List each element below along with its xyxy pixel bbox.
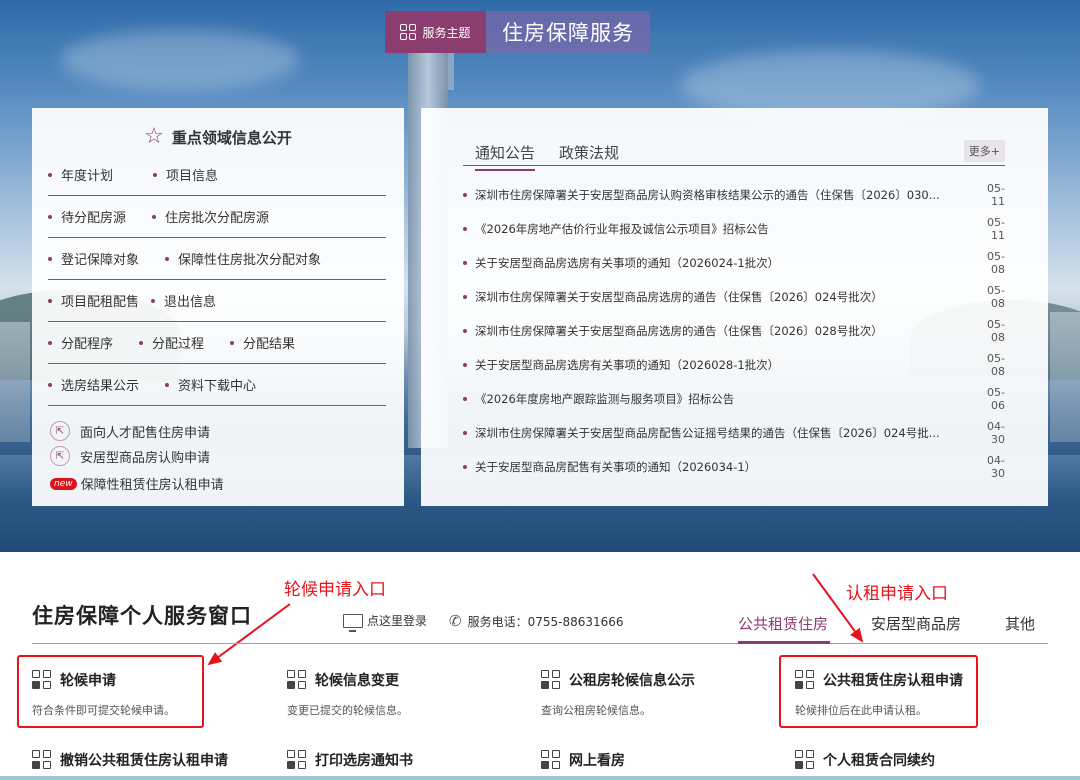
highlight-rental-application: [779, 655, 978, 728]
card-desc: 变更已提交的轮候信息。: [287, 704, 408, 717]
card-print-notice[interactable]: 打印选房通知书: [287, 750, 517, 770]
card-title: 轮候信息变更: [315, 673, 399, 689]
card-contract-renewal[interactable]: 个人租赁合同续约: [795, 750, 1025, 770]
card-title: 打印选房通知书: [315, 753, 413, 769]
card-waiting-info-change[interactable]: 轮候信息变更 变更已提交的轮候信息。: [287, 670, 517, 718]
monitor-icon: [343, 613, 363, 632]
card-title: 撤销公共租赁住房认租申请: [60, 753, 228, 769]
service-tabs-divider: [32, 643, 1048, 644]
tab-affordable-housing[interactable]: 安居型商品房: [871, 613, 961, 634]
service-window-title: 住房保障个人服务窗口: [32, 604, 252, 628]
card-title: 网上看房: [569, 753, 625, 769]
card-title: 个人租赁合同续约: [823, 753, 935, 769]
service-phone: ✆ 服务电话：0755-88631666: [449, 612, 624, 630]
card-cancel-rental-application[interactable]: 撤销公共租赁住房认租申请: [32, 750, 262, 770]
active-tab-indicator: [738, 641, 830, 644]
app-icon: [541, 750, 561, 770]
card-title: 公租房轮候信息公示: [569, 673, 695, 689]
card-online-viewing[interactable]: 网上看房: [541, 750, 771, 770]
app-icon: [287, 670, 307, 690]
app-icon: [795, 750, 815, 770]
highlight-waiting-application: [17, 655, 204, 728]
login-label: 点这里登录: [367, 614, 428, 628]
phone-icon: ✆: [449, 612, 462, 630]
card-waiting-info-public[interactable]: 公租房轮候信息公示 查询公租房轮候信息。: [541, 670, 771, 718]
app-icon: [287, 750, 307, 770]
login-link[interactable]: 点这里登录: [343, 612, 428, 632]
card-desc: 查询公租房轮候信息。: [541, 704, 651, 717]
tab-public-rental[interactable]: 公共租赁住房: [738, 613, 828, 634]
tab-other[interactable]: 其他: [1005, 613, 1035, 634]
app-icon: [32, 750, 52, 770]
app-icon: [541, 670, 561, 690]
phone-label: 服务电话：0755-88631666: [467, 614, 624, 629]
bottom-border: [0, 776, 1080, 780]
